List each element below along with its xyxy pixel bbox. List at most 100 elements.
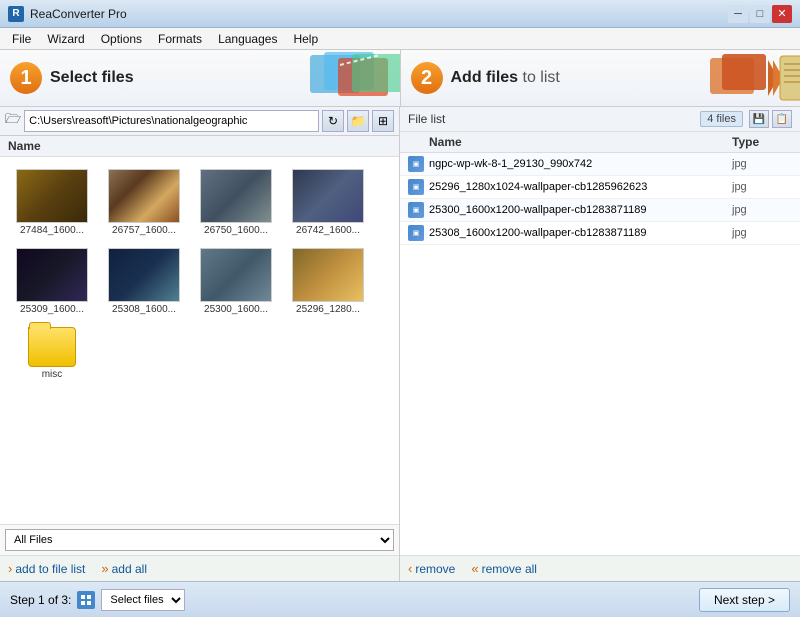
menu-formats[interactable]: Formats — [150, 30, 210, 48]
step1-panel: 1 Select files — [0, 50, 401, 106]
file-grid: 27484_1600... 26757_1600... 26750_1600..… — [0, 157, 399, 524]
list-item[interactable]: 25308_1600... — [100, 244, 188, 319]
right-column-header: Name Type — [400, 132, 800, 153]
step2-number: 2 — [411, 62, 443, 94]
remove-all-label: remove all — [482, 562, 537, 576]
remove-all-button[interactable]: « remove all — [471, 561, 537, 576]
step2-label: Add files to list — [451, 69, 560, 87]
save-list-button[interactable]: 💾 — [749, 110, 769, 128]
table-row[interactable]: ▣ 25296_1280x1024-wallpaper-cb1285962623… — [400, 176, 800, 199]
list-item[interactable]: 27484_1600... — [8, 165, 96, 240]
thumb-image — [108, 169, 180, 223]
minimize-button[interactable]: ─ — [728, 5, 748, 23]
thumb-image — [292, 248, 364, 302]
thumb-label: 26750_1600... — [204, 225, 268, 236]
window-title: ReaConverter Pro — [30, 7, 728, 21]
left-panel: 🗁 ↻ 📁 ⊞ Name 27484_1600... 26757_1600... — [0, 107, 400, 581]
file-name: ngpc-wp-wk-8-1_29130_990x742 — [429, 158, 732, 170]
path-input[interactable] — [24, 110, 319, 132]
file-icon: ▣ — [408, 156, 424, 172]
right-list-header: File list 4 files 💾 📋 — [400, 107, 800, 132]
file-count-badge: 4 files — [700, 111, 743, 127]
step1-number: 1 — [10, 62, 42, 94]
add-all-label: add all — [112, 562, 147, 576]
thumb-image — [108, 248, 180, 302]
right-col-name: Name — [429, 135, 732, 149]
menu-wizard[interactable]: Wizard — [39, 30, 92, 48]
folder-label: misc — [42, 369, 63, 380]
file-icon: ▣ — [408, 179, 424, 195]
window-controls: ─ □ ✕ — [728, 5, 792, 23]
thumb-label: 26757_1600... — [112, 225, 176, 236]
thumb-image — [292, 169, 364, 223]
file-icon: ▣ — [408, 225, 424, 241]
step2-decoration — [680, 50, 800, 106]
step2-decoration-svg — [680, 50, 800, 106]
title-bar: R ReaConverter Pro ─ □ ✕ — [0, 0, 800, 28]
step2-label-rest: to list — [518, 69, 560, 86]
list-item[interactable]: misc — [8, 323, 96, 384]
step1-decoration — [280, 50, 400, 106]
file-type: jpg — [732, 181, 792, 193]
add-label: add to file list — [15, 562, 85, 576]
bottom-bar: Step 1 of 3: Select files Next step > — [0, 581, 800, 617]
path-bar: 🗁 ↻ 📁 ⊞ — [0, 107, 399, 136]
list-item[interactable]: 26757_1600... — [100, 165, 188, 240]
add-arrow-icon: › — [8, 561, 12, 576]
right-col-type: Type — [732, 135, 792, 149]
file-type: jpg — [732, 204, 792, 216]
list-item[interactable]: 25300_1600... — [192, 244, 280, 319]
refresh-button[interactable]: ↻ — [322, 110, 344, 132]
menu-languages[interactable]: Languages — [210, 30, 285, 48]
remove-all-arrow-icon: « — [471, 561, 478, 576]
menu-options[interactable]: Options — [93, 30, 150, 48]
file-icon: ▣ — [408, 202, 424, 218]
thumb-label: 26742_1600... — [296, 225, 360, 236]
thumb-image — [16, 248, 88, 302]
view-toggle-button[interactable]: ⊞ — [372, 110, 394, 132]
thumb-label: 25300_1600... — [204, 304, 268, 315]
list-item[interactable]: 25296_1280... — [284, 244, 372, 319]
step2-label-bold: Add files — [451, 69, 519, 86]
left-column-header: Name — [0, 136, 399, 157]
list-item[interactable]: 26742_1600... — [284, 165, 372, 240]
close-button[interactable]: ✕ — [772, 5, 792, 23]
add-to-list-button[interactable]: › add to file list — [8, 561, 85, 576]
load-list-button[interactable]: 📋 — [772, 110, 792, 128]
file-name: 25300_1600x1200-wallpaper-cb1283871189 — [429, 204, 732, 216]
table-row[interactable]: ▣ 25308_1600x1200-wallpaper-cb1283871189… — [400, 222, 800, 245]
maximize-button[interactable]: □ — [750, 5, 770, 23]
menu-file[interactable]: File — [4, 30, 39, 48]
table-row[interactable]: ▣ 25300_1600x1200-wallpaper-cb1283871189… — [400, 199, 800, 222]
file-name: 25296_1280x1024-wallpaper-cb1285962623 — [429, 181, 732, 193]
remove-button[interactable]: ‹ remove — [408, 561, 455, 576]
right-panel-title: File list — [408, 112, 445, 126]
file-name: 25308_1600x1200-wallpaper-cb1283871189 — [429, 227, 732, 239]
add-all-button[interactable]: » add all — [101, 561, 147, 576]
main-content: 🗁 ↻ 📁 ⊞ Name 27484_1600... 26757_1600... — [0, 107, 800, 581]
step1-label: Select files — [50, 69, 134, 87]
folder-icon — [28, 327, 76, 367]
file-type: jpg — [732, 158, 792, 170]
filter-select[interactable]: All Files — [5, 529, 394, 551]
folder-nav-button[interactable]: 📁 — [347, 110, 369, 132]
step1-decoration-svg — [280, 50, 400, 106]
filter-bar: All Files — [0, 524, 399, 555]
right-header-icons: 💾 📋 — [749, 110, 792, 128]
list-item[interactable]: 25309_1600... — [8, 244, 96, 319]
menu-help[interactable]: Help — [285, 30, 326, 48]
remove-arrow-icon: ‹ — [408, 561, 412, 576]
thumb-label: 25309_1600... — [20, 304, 84, 315]
list-item[interactable]: 26750_1600... — [192, 165, 280, 240]
right-file-list: ▣ ngpc-wp-wk-8-1_29130_990x742 jpg ▣ 252… — [400, 153, 800, 555]
remove-bar: ‹ remove « remove all — [400, 555, 800, 581]
left-col-name: Name — [8, 139, 391, 153]
file-type: jpg — [732, 227, 792, 239]
table-row[interactable]: ▣ ngpc-wp-wk-8-1_29130_990x742 jpg — [400, 153, 800, 176]
menu-bar: File Wizard Options Formats Languages He… — [0, 28, 800, 50]
thumb-label: 25308_1600... — [112, 304, 176, 315]
remove-label: remove — [415, 562, 455, 576]
thumb-label: 27484_1600... — [20, 225, 84, 236]
thumb-label: 25296_1280... — [296, 304, 360, 315]
step-header: 1 Select files 2 Add files to list — [0, 50, 800, 107]
